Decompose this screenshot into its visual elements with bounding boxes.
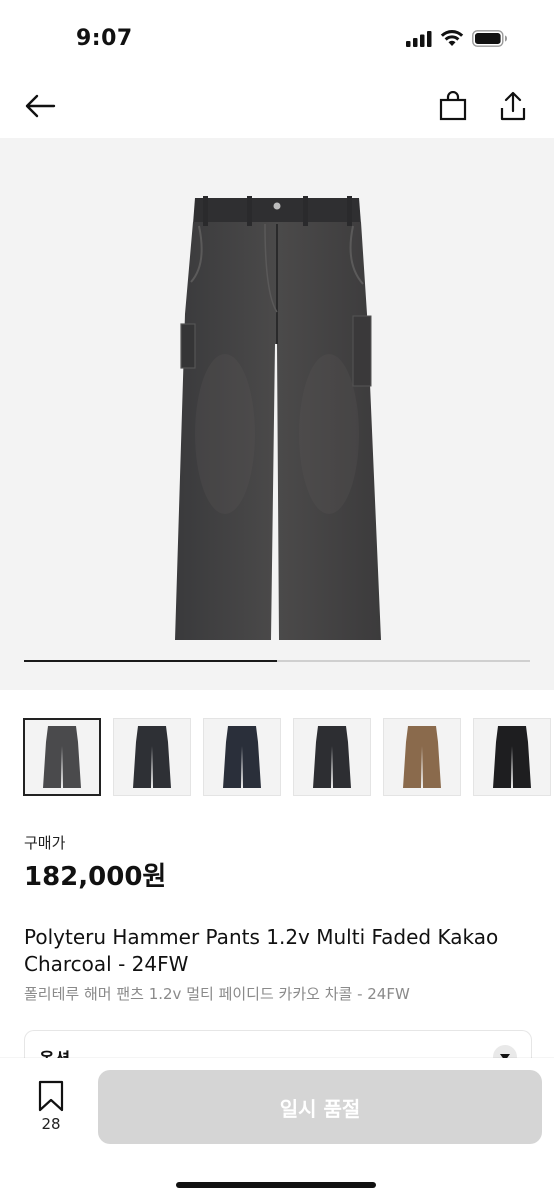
color-thumbnail[interactable]: [113, 718, 191, 796]
cart-button[interactable]: [434, 86, 472, 126]
home-indicator[interactable]: [176, 1182, 376, 1188]
color-thumbnail[interactable]: [293, 718, 371, 796]
color-thumbnail[interactable]: [383, 718, 461, 796]
nav-bar: [0, 74, 554, 138]
thumbnail-pants-image: [403, 726, 441, 788]
product-title-en: Polyteru Hammer Pants 1.2v Multi Faded K…: [24, 925, 499, 976]
thumbnail-pants-image: [493, 726, 531, 788]
price-value: 182,000원: [24, 862, 167, 892]
product-image: [175, 196, 381, 640]
back-arrow-icon: [25, 94, 56, 118]
thumbnail-pants-image: [313, 726, 351, 788]
color-thumbnail[interactable]: [203, 718, 281, 796]
sold-out-button[interactable]: 일시 품절: [98, 1070, 542, 1144]
product-image-carousel[interactable]: [0, 138, 554, 690]
bookmark-count: 28: [41, 1115, 61, 1133]
product-title-ko: 폴리테루 해머 팬츠 1.2v 멀티 페이디드 카카오 차콜 - 24FW: [24, 985, 410, 1003]
thumbnail-pants-image: [133, 726, 171, 788]
color-thumbnail[interactable]: [23, 718, 101, 796]
status-bar: 9:07: [0, 0, 554, 70]
bookmark-button[interactable]: 28: [28, 1080, 74, 1136]
shopping-bag-icon: [439, 91, 467, 121]
carousel-progress-fill: [24, 660, 277, 662]
battery-icon: [472, 30, 507, 47]
color-thumbnail[interactable]: [473, 718, 551, 796]
signal-icon: [406, 30, 432, 47]
bottom-action-bar: 28 일시 품절: [0, 1058, 554, 1200]
color-thumbnails: [23, 718, 554, 798]
thumbnail-pants-image: [43, 726, 81, 788]
share-icon: [500, 91, 526, 121]
wifi-icon: [440, 30, 464, 46]
thumbnail-pants-image: [223, 726, 261, 788]
share-button[interactable]: [494, 86, 532, 126]
price-label: 구매가: [24, 834, 66, 852]
bookmark-icon: [38, 1080, 64, 1112]
status-icons: [406, 30, 508, 47]
carousel-progress: [24, 660, 530, 662]
back-button[interactable]: [20, 88, 60, 124]
status-time: 9:07: [76, 26, 133, 51]
